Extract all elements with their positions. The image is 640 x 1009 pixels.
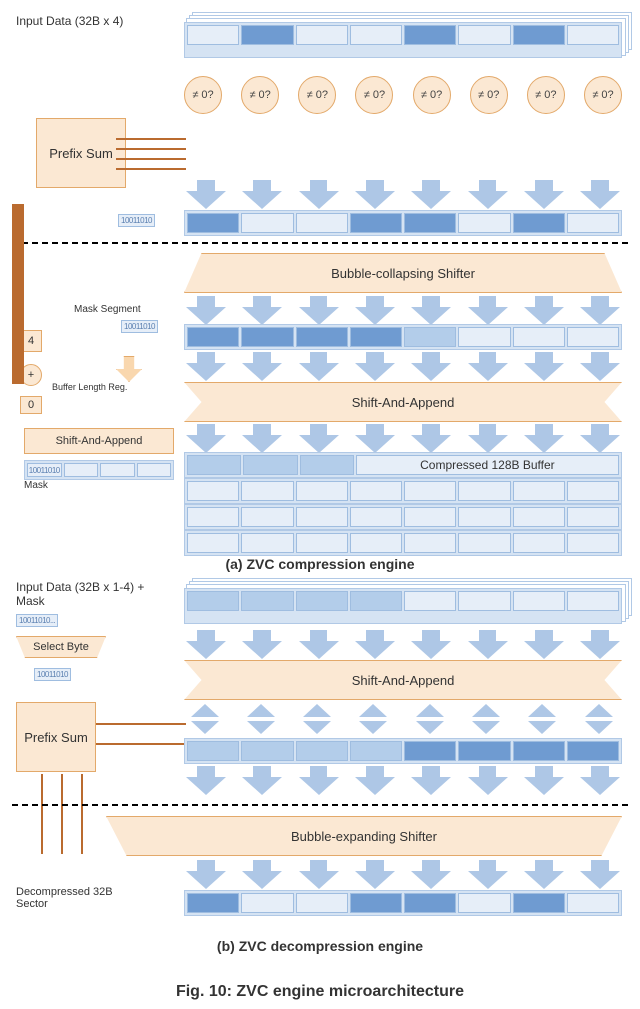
shift-and-append-b: Shift-And-Append — [184, 660, 622, 700]
wire — [96, 743, 186, 745]
arrows-expand — [184, 704, 622, 734]
prefix-sum-b: Prefix Sum — [16, 702, 96, 772]
mask-bits-2: 10011010 — [121, 320, 158, 333]
wire — [116, 148, 186, 150]
neq0-comparators: ≠ 0? ≠ 0? ≠ 0? ≠ 0? ≠ 0? ≠ 0? ≠ 0? ≠ 0? — [184, 76, 622, 114]
input-sectors-a — [184, 22, 622, 58]
input-label-b: Input Data (32B x 1-4) + Mask — [16, 580, 156, 608]
mask-feed-arrow-icon — [116, 356, 142, 382]
wire — [81, 774, 83, 854]
neq0-comparator: ≠ 0? — [298, 76, 336, 114]
wire — [116, 158, 186, 160]
wire — [116, 138, 186, 140]
arrows-b2 — [184, 766, 622, 794]
arrows-a4 — [184, 424, 622, 452]
neq0-comparator: ≠ 0? — [470, 76, 508, 114]
arrows-b3 — [184, 860, 622, 888]
compressed-128b-buffer: Compressed 128B Buffer — [184, 452, 622, 556]
mask-segment-label: Mask Segment — [74, 304, 141, 315]
selected-mask-byte: 10011010 — [34, 668, 71, 681]
decomp-label: Decompressed 32B Sector — [16, 886, 136, 910]
masked-sector-row — [184, 210, 622, 236]
collapsed-sector-row — [184, 324, 622, 350]
neq0-comparator: ≠ 0? — [527, 76, 565, 114]
caption-a: (a) ZVC compression engine — [6, 556, 634, 572]
buffer-length-reg-label: Buffer Length Reg. — [52, 382, 127, 392]
staging-row — [184, 738, 622, 764]
mask-bits-in: 10011010... — [16, 614, 58, 627]
neq0-comparator: ≠ 0? — [584, 76, 622, 114]
shift-and-append-mask: Shift-And-Append — [24, 428, 174, 454]
neq0-comparator: ≠ 0? — [355, 76, 393, 114]
neq0-comparator: ≠ 0? — [241, 76, 279, 114]
bubble-collapsing-shifter: Bubble-collapsing Shifter — [184, 253, 622, 293]
mask-label: Mask — [24, 480, 48, 491]
arrows-a2 — [184, 296, 622, 324]
mask-buffer: 10011010 — [24, 460, 174, 480]
input-label-a: Input Data (32B x 4) — [16, 14, 123, 28]
wire — [41, 774, 43, 854]
input-sectors-b — [184, 588, 622, 624]
prefix-sum-a: Prefix Sum — [36, 118, 126, 188]
mask-bits-1: 10011010 — [118, 214, 155, 227]
buffer-length-reg: 0 — [20, 396, 42, 414]
neq0-comparator: ≠ 0? — [184, 76, 222, 114]
select-byte: Select Byte — [16, 636, 106, 658]
wire — [116, 168, 186, 170]
neq0-comparator: ≠ 0? — [413, 76, 451, 114]
wire — [61, 774, 63, 854]
arrows-a1 — [184, 180, 622, 208]
arrows-a3 — [184, 352, 622, 380]
caption-b: (b) ZVC decompression engine — [6, 938, 634, 954]
decompressed-sector — [184, 890, 622, 916]
arrows-b1 — [184, 630, 622, 658]
figure-caption: Fig. 10: ZVC engine microarchitecture — [6, 983, 634, 1001]
wire — [12, 204, 24, 384]
bubble-expanding-shifter: Bubble-expanding Shifter — [106, 816, 622, 856]
shift-and-append: Shift-And-Append — [184, 382, 622, 422]
wire — [96, 723, 186, 725]
